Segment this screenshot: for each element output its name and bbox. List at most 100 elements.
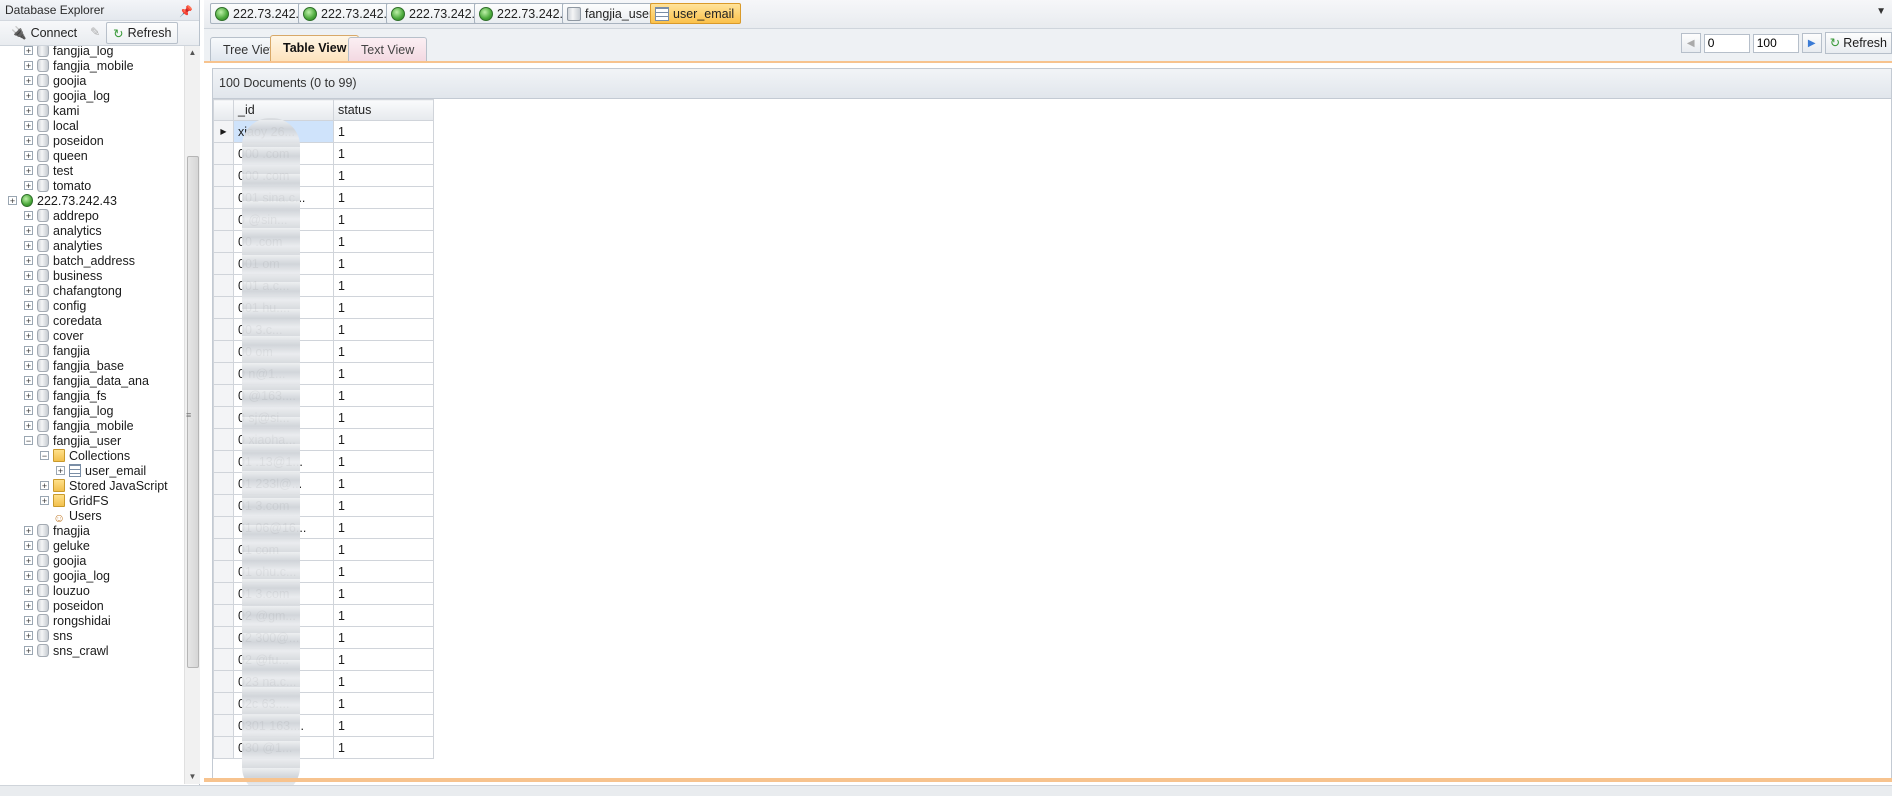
expand-icon[interactable]: + xyxy=(24,181,33,191)
row-selector[interactable] xyxy=(213,582,234,605)
expand-icon[interactable]: + xyxy=(24,376,33,386)
column-header-status[interactable]: status xyxy=(333,99,434,121)
row-selector[interactable] xyxy=(213,296,234,319)
cell-status[interactable]: 1 xyxy=(333,142,434,165)
expand-icon[interactable]: + xyxy=(24,616,33,626)
refresh-documents-button[interactable]: ↻ Refresh xyxy=(1824,32,1892,54)
row-selector[interactable] xyxy=(213,362,234,385)
splitter-grip-icon[interactable]: ≡ xyxy=(186,410,191,420)
expand-icon[interactable]: + xyxy=(24,346,33,356)
cell-status[interactable]: 1 xyxy=(333,560,434,583)
expand-icon[interactable]: + xyxy=(24,586,33,596)
cell-status[interactable]: 1 xyxy=(333,296,434,319)
cell-status[interactable]: 1 xyxy=(333,384,434,407)
row-selector[interactable] xyxy=(213,252,234,275)
expand-icon[interactable]: + xyxy=(24,601,33,611)
row-selector[interactable] xyxy=(213,406,234,429)
expand-icon[interactable]: + xyxy=(24,331,33,341)
cell-status[interactable]: 1 xyxy=(333,714,434,737)
cell-status[interactable]: 1 xyxy=(333,472,434,495)
expand-icon[interactable]: + xyxy=(24,406,33,416)
row-selector[interactable] xyxy=(213,516,234,539)
row-selector[interactable] xyxy=(213,340,234,363)
row-selector[interactable] xyxy=(213,538,234,561)
cell-status[interactable]: 1 xyxy=(333,736,434,759)
expand-icon[interactable]: + xyxy=(24,526,33,536)
expand-icon[interactable]: + xyxy=(24,61,33,71)
cell-status[interactable]: 1 xyxy=(333,318,434,341)
cell-status[interactable]: 1 xyxy=(333,494,434,517)
expand-icon[interactable]: + xyxy=(24,571,33,581)
cell-status[interactable]: 1 xyxy=(333,670,434,693)
tab-table-view[interactable]: Table View xyxy=(270,35,360,61)
expand-icon[interactable]: + xyxy=(24,316,33,326)
row-selector[interactable] xyxy=(213,384,234,407)
cell-status[interactable]: 1 xyxy=(333,406,434,429)
cell-status[interactable]: 1 xyxy=(333,274,434,297)
row-selector[interactable] xyxy=(213,208,234,231)
current-row-indicator-icon[interactable]: ▶ xyxy=(213,120,234,143)
cell-status[interactable]: 1 xyxy=(333,516,434,539)
expand-icon[interactable]: + xyxy=(24,556,33,566)
expand-icon[interactable]: + xyxy=(24,646,33,656)
row-selector[interactable] xyxy=(213,142,234,165)
row-selector[interactable] xyxy=(213,186,234,209)
row-selector[interactable] xyxy=(213,428,234,451)
scroll-up-icon[interactable]: ▲ xyxy=(185,46,200,60)
column-header-id[interactable]: _id xyxy=(233,99,334,121)
cell-status[interactable]: 1 xyxy=(333,362,434,385)
expand-icon[interactable]: + xyxy=(24,271,33,281)
skip-input[interactable] xyxy=(1703,33,1750,53)
cell-status[interactable]: 1 xyxy=(333,340,434,363)
refresh-tree-button[interactable]: ↻ Refresh xyxy=(106,22,179,44)
row-selector[interactable] xyxy=(213,274,234,297)
row-selector[interactable] xyxy=(213,604,234,627)
cell-status[interactable]: 1 xyxy=(333,450,434,473)
tabs-dropdown-icon[interactable]: ▼ xyxy=(1876,6,1886,17)
expand-icon[interactable]: + xyxy=(24,76,33,86)
cell-status[interactable]: 1 xyxy=(333,120,434,143)
tree-item-sns-crawl[interactable]: + sns_crawl xyxy=(0,642,182,660)
expand-icon[interactable]: + xyxy=(40,481,49,491)
collapse-icon[interactable]: − xyxy=(24,436,33,446)
cell-status[interactable]: 1 xyxy=(333,648,434,671)
expand-icon[interactable]: + xyxy=(24,286,33,296)
cell-status[interactable]: 1 xyxy=(333,626,434,649)
cell-status[interactable]: 1 xyxy=(333,604,434,627)
cell-status[interactable]: 1 xyxy=(333,252,434,275)
expand-icon[interactable]: + xyxy=(24,106,33,116)
expand-icon[interactable]: + xyxy=(24,391,33,401)
row-selector[interactable] xyxy=(213,560,234,583)
expand-icon[interactable]: + xyxy=(24,211,33,221)
pin-icon[interactable]: 📌 xyxy=(179,2,193,22)
doc-tab-fangjia-user[interactable]: fangjia_user xyxy=(562,3,661,24)
expand-icon[interactable]: + xyxy=(24,631,33,641)
row-selector[interactable] xyxy=(213,648,234,671)
cell-status[interactable]: 1 xyxy=(333,230,434,253)
connect-button[interactable]: 🔌 Connect xyxy=(4,22,84,44)
expand-icon[interactable]: + xyxy=(24,151,33,161)
expand-icon[interactable]: + xyxy=(24,241,33,251)
expand-icon[interactable]: + xyxy=(56,466,65,476)
row-selector[interactable] xyxy=(213,472,234,495)
row-selector[interactable] xyxy=(213,736,234,759)
row-selector[interactable] xyxy=(213,450,234,473)
row-selector[interactable] xyxy=(213,164,234,187)
cell-status[interactable]: 1 xyxy=(333,186,434,209)
row-selector[interactable] xyxy=(213,494,234,517)
row-selector[interactable] xyxy=(213,230,234,253)
row-selector[interactable] xyxy=(213,670,234,693)
expand-icon[interactable]: + xyxy=(24,46,33,56)
expand-icon[interactable]: + xyxy=(24,541,33,551)
next-page-icon[interactable]: ▶ xyxy=(1801,33,1822,53)
disconnect-icon[interactable]: ✎ xyxy=(86,25,104,41)
tab-text-view[interactable]: Text View xyxy=(348,37,428,61)
cell-status[interactable]: 1 xyxy=(333,692,434,715)
cell-status[interactable]: 1 xyxy=(333,164,434,187)
collapse-icon[interactable]: − xyxy=(40,451,49,461)
expand-icon[interactable]: + xyxy=(24,91,33,101)
cell-status[interactable]: 1 xyxy=(333,582,434,605)
expand-icon[interactable]: + xyxy=(24,226,33,236)
row-selector[interactable] xyxy=(213,714,234,737)
row-selector[interactable] xyxy=(213,626,234,649)
